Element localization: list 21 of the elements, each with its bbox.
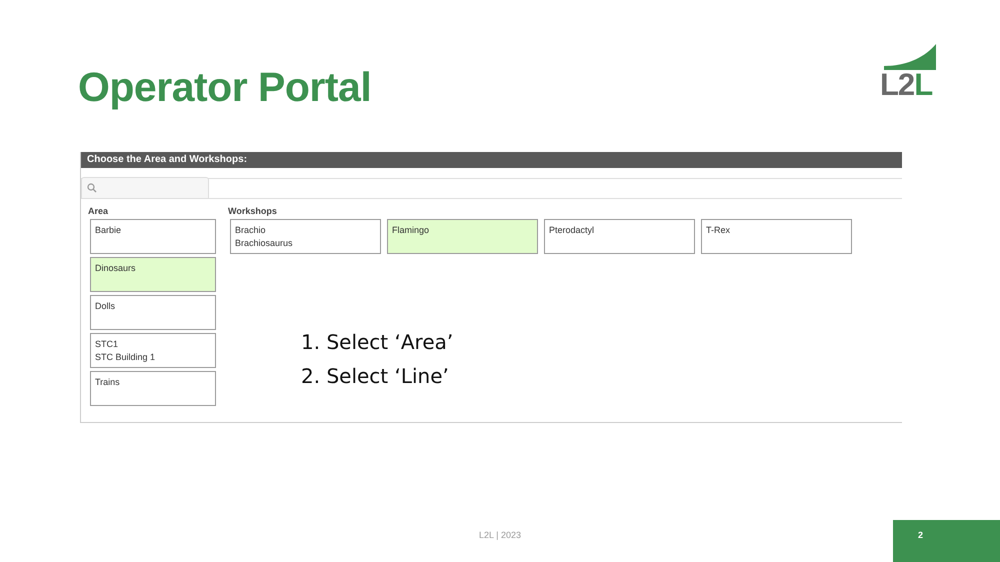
section-header: Choose the Area and Workshops: [81, 152, 902, 168]
search-icon [87, 183, 97, 193]
workshop-tile[interactable]: Pterodactyl [544, 219, 695, 254]
page-number: 2 [893, 520, 1000, 562]
workshop-tile[interactable]: Brachio Brachiosaurus [230, 219, 381, 254]
footer-text: L2L | 2023 [478, 530, 522, 542]
area-tile[interactable]: Barbie [90, 219, 216, 254]
column-label: Area [88, 206, 110, 216]
workshop-tile[interactable]: T-Rex [701, 219, 852, 254]
instruction-text: 2. Select ‘Line’ [301, 364, 450, 388]
slide-title: Operator Portal [78, 64, 372, 110]
area-tile[interactable]: STC1 STC Building 1 [90, 333, 216, 368]
area-tile[interactable]: Dolls [90, 295, 216, 330]
logo-text: L2L [880, 70, 932, 100]
area-tile[interactable]: Trains [90, 371, 216, 406]
instruction-text: 1. Select ‘Area’ [301, 330, 454, 354]
column-label: Workshops [228, 206, 278, 216]
search-field[interactable] [81, 177, 209, 198]
area-tile[interactable]: Dinosaurs [90, 257, 216, 292]
workshop-tile[interactable]: Flamingo [387, 219, 538, 254]
logo-icon [884, 44, 936, 70]
